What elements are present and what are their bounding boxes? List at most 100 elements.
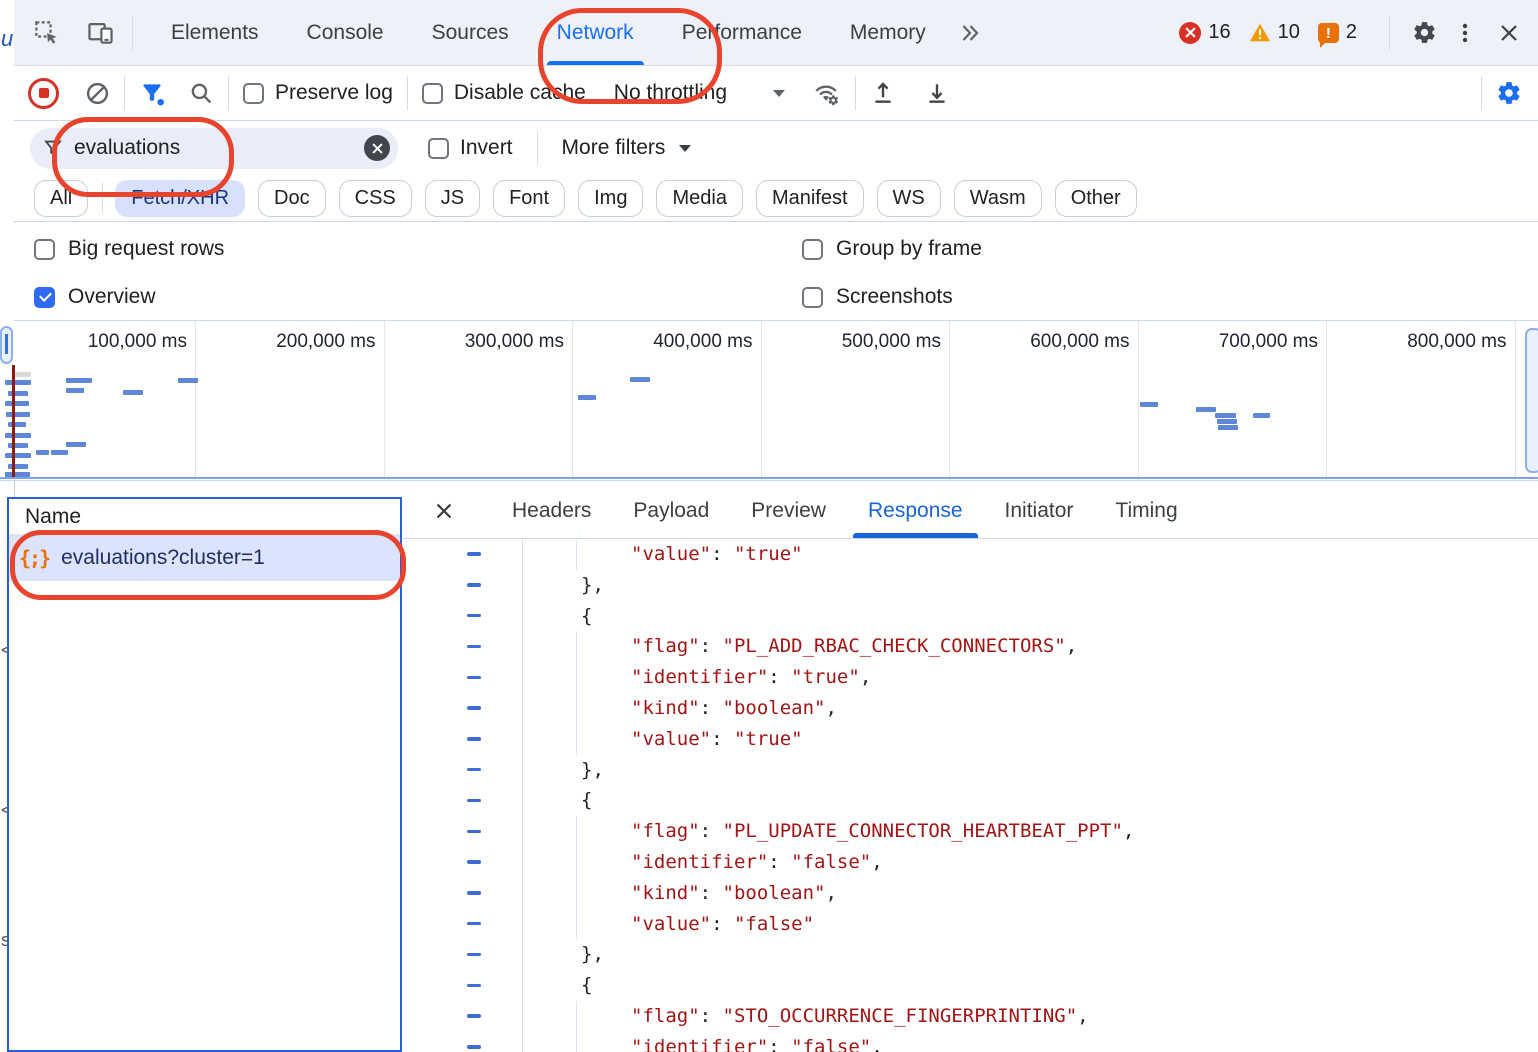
- fold-marker[interactable]: [403, 724, 523, 755]
- group-by-frame-box[interactable]: [802, 239, 823, 260]
- big-request-rows-checkbox[interactable]: Big request rows: [34, 237, 224, 261]
- filter-input[interactable]: evaluations: [30, 128, 398, 169]
- preserve-log-checkbox[interactable]: Preserve log: [243, 81, 393, 105]
- network-overview-timeline[interactable]: 100,000 ms200,000 ms300,000 ms400,000 ms…: [0, 321, 1538, 481]
- error-icon: [1179, 22, 1201, 44]
- tab-sources[interactable]: Sources: [408, 0, 533, 65]
- issues-badge[interactable]: ! 2: [1318, 21, 1357, 44]
- chip-font[interactable]: Font: [493, 180, 565, 217]
- fold-marker[interactable]: [403, 539, 523, 570]
- filter-query-text[interactable]: evaluations: [74, 136, 364, 160]
- fold-marker[interactable]: [403, 662, 523, 693]
- error-badge[interactable]: 16: [1179, 21, 1230, 44]
- invert-checkbox[interactable]: Invert: [428, 136, 513, 160]
- fold-marker[interactable]: [403, 878, 523, 909]
- fold-marker[interactable]: [403, 693, 523, 724]
- chip-other[interactable]: Other: [1055, 180, 1137, 217]
- tab-performance[interactable]: Performance: [658, 0, 826, 65]
- chip-all[interactable]: All: [34, 180, 88, 217]
- chip-img[interactable]: Img: [578, 180, 643, 217]
- waterfall-bar: [5, 472, 30, 477]
- response-viewer[interactable]: "value": "true"},{"flag": "PL_ADD_RBAC_C…: [403, 539, 1538, 1052]
- chip-css[interactable]: CSS: [339, 180, 412, 217]
- detail-tab-initiator[interactable]: Initiator: [984, 484, 1095, 538]
- detail-tab-payload[interactable]: Payload: [612, 484, 730, 538]
- preserve-log-box[interactable]: [243, 83, 264, 104]
- disable-cache-box[interactable]: [422, 83, 443, 104]
- code-text: "flag": "STO_OCCURRENCE_FINGERPRINTING",: [523, 1001, 1538, 1032]
- chip-wasm[interactable]: Wasm: [954, 180, 1042, 217]
- fold-marker[interactable]: [403, 1032, 523, 1052]
- fold-marker[interactable]: [403, 1001, 523, 1032]
- import-har-icon[interactable]: [870, 80, 896, 106]
- disable-cache-checkbox[interactable]: Disable cache: [422, 81, 586, 105]
- timeline-tick-label: 600,000 ms: [982, 331, 1130, 353]
- waterfall-bar: [1215, 413, 1236, 418]
- overview-checkbox[interactable]: Overview: [34, 285, 156, 309]
- network-settings-gear-icon[interactable]: [1496, 80, 1522, 106]
- screenshots-checkbox[interactable]: Screenshots: [802, 285, 953, 309]
- chip-fetch-xhr[interactable]: Fetch/XHR: [115, 180, 245, 217]
- overview-right-handle[interactable]: [1525, 328, 1538, 473]
- response-code: "value": "true"},{"flag": "PL_ADD_RBAC_C…: [403, 539, 1538, 1052]
- throttling-select-value[interactable]: No throttling: [614, 81, 727, 105]
- inspect-element-icon[interactable]: [28, 19, 64, 46]
- settings-gear-icon[interactable]: [1404, 20, 1444, 45]
- tab-memory[interactable]: Memory: [826, 0, 950, 65]
- more-panels-icon[interactable]: [958, 21, 982, 45]
- big-request-rows-box[interactable]: [34, 239, 55, 260]
- group-by-frame-checkbox[interactable]: Group by frame: [802, 237, 982, 261]
- fold-marker[interactable]: [403, 909, 523, 940]
- overview-box[interactable]: [34, 287, 55, 308]
- timeline-tick-label: 100,000 ms: [39, 331, 187, 353]
- chip-doc[interactable]: Doc: [258, 180, 326, 217]
- fold-marker[interactable]: [403, 601, 523, 632]
- request-row-selected[interactable]: {;} evaluations?cluster=1: [9, 535, 400, 581]
- detail-tab-preview[interactable]: Preview: [730, 484, 847, 538]
- fold-marker[interactable]: [403, 631, 523, 662]
- detail-tab-response[interactable]: Response: [847, 484, 984, 538]
- clear-filter-icon[interactable]: [364, 135, 390, 161]
- record-network-log-button[interactable]: [28, 78, 59, 109]
- screenshots-label: Screenshots: [836, 285, 953, 309]
- fold-marker[interactable]: [403, 847, 523, 878]
- detail-tab-timing[interactable]: Timing: [1094, 484, 1198, 538]
- waterfall-bar: [1253, 413, 1270, 418]
- tab-console[interactable]: Console: [283, 0, 408, 65]
- fold-marker[interactable]: [403, 970, 523, 1001]
- request-name[interactable]: evaluations?cluster=1: [61, 546, 265, 570]
- export-har-icon[interactable]: [924, 80, 950, 106]
- warning-badge[interactable]: 10: [1249, 21, 1300, 44]
- fold-marker[interactable]: [403, 570, 523, 601]
- more-filters-caret-icon[interactable]: [679, 145, 691, 152]
- filter-icon[interactable]: [139, 80, 165, 106]
- network-conditions-icon[interactable]: [811, 79, 841, 107]
- screenshots-box[interactable]: [802, 287, 823, 308]
- tab-elements[interactable]: Elements: [147, 0, 283, 65]
- fold-marker[interactable]: [403, 939, 523, 970]
- kebab-menu-icon[interactable]: [1444, 21, 1486, 45]
- detail-tab-headers[interactable]: Headers: [491, 484, 612, 538]
- timeline-gridline: [761, 321, 762, 480]
- overview-left-handle[interactable]: [0, 326, 13, 364]
- invert-label: Invert: [460, 136, 513, 160]
- tab-network[interactable]: Network: [533, 0, 658, 65]
- chip-manifest[interactable]: Manifest: [756, 180, 864, 217]
- device-toolbar-icon[interactable]: [82, 19, 118, 46]
- search-icon[interactable]: [189, 81, 214, 106]
- clear-network-log-icon[interactable]: [85, 81, 110, 106]
- fold-marker[interactable]: [403, 755, 523, 786]
- fold-marker[interactable]: [403, 816, 523, 847]
- chip-media[interactable]: Media: [656, 180, 742, 217]
- timeline-tick-label: 400,000 ms: [605, 331, 753, 353]
- invert-box[interactable]: [428, 138, 449, 159]
- waterfall-bar: [8, 464, 28, 469]
- close-devtools-icon[interactable]: [1486, 21, 1532, 45]
- throttling-caret-icon[interactable]: [773, 90, 785, 97]
- name-column-header[interactable]: Name: [9, 499, 400, 535]
- more-filters-button[interactable]: More filters: [562, 136, 666, 160]
- chip-js[interactable]: JS: [425, 180, 480, 217]
- chip-ws[interactable]: WS: [877, 180, 941, 217]
- fold-marker[interactable]: [403, 785, 523, 816]
- close-detail-icon[interactable]: [433, 500, 455, 522]
